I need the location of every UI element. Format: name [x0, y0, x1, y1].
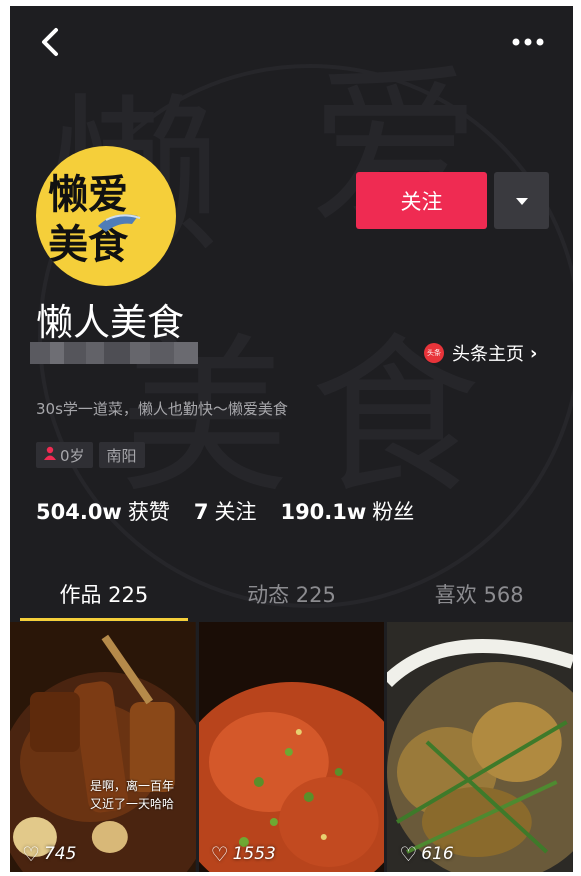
stat-following[interactable]: 7 关注	[194, 496, 257, 526]
redacted-account-id	[30, 342, 198, 364]
follow-button[interactable]: 关注	[356, 172, 487, 229]
profile-stats: 504.0w 获赞 7 关注 190.1w 粉丝	[36, 496, 414, 526]
crab-dish-thumbnail-image	[387, 622, 573, 872]
more-options-dropdown[interactable]	[494, 172, 549, 229]
profile-tags: 0岁 南阳	[36, 442, 145, 468]
stat-followers[interactable]: 190.1w 粉丝	[280, 496, 414, 526]
svg-text:懒爱: 懒爱	[48, 172, 128, 218]
video-thumbnail[interactable]: 是啊，离一百年 又近了一天哈哈 ♡ 745	[10, 622, 196, 872]
toutiao-logo-icon: 头条	[424, 343, 444, 363]
fried-rice-thumbnail-image	[198, 622, 385, 872]
heart-icon: ♡	[210, 842, 229, 866]
avatar-logo-image: 懒爱 美食	[48, 172, 141, 268]
video-thumbnail[interactable]: ♡ 616	[387, 622, 573, 872]
stat-likes: 504.0w 获赞	[36, 500, 170, 524]
caret-down-icon	[515, 197, 528, 205]
profile-bio: 30s学一道菜，懒人也勤快～懒爱美食	[36, 400, 288, 418]
video-thumbnail[interactable]: ♡ 1553	[198, 622, 385, 872]
heart-icon: ♡	[399, 842, 418, 866]
content-tabs: 作品 225 动态 225 喜欢 568	[10, 566, 573, 621]
ellipsis-icon	[512, 38, 544, 46]
video-like-count: ♡ 616	[399, 842, 454, 866]
tab-posts[interactable]: 动态 225	[198, 566, 386, 621]
profile-screen: 懒 爱 美 食 懒爱 美食 关注 懒人美食	[10, 6, 573, 872]
video-like-count: ♡ 745	[22, 842, 77, 866]
location-label: 南阳	[106, 446, 137, 465]
profile-name: 懒人美食	[36, 301, 184, 344]
braised-pork-thumbnail-image	[10, 622, 196, 872]
tab-likes[interactable]: 喜欢 568	[385, 566, 573, 621]
age-label: 0岁	[60, 446, 85, 465]
heart-icon: ♡	[22, 842, 40, 866]
tab-works[interactable]: 作品 225	[10, 566, 198, 621]
video-like-count: ♡ 1553	[210, 842, 276, 866]
video-grid: 是啊，离一百年 又近了一天哈哈 ♡ 745 ♡ 1553 ♡ 616	[10, 622, 573, 872]
person-icon	[44, 446, 56, 464]
svg-text:美食: 美食	[48, 222, 129, 268]
avatar[interactable]: 懒爱 美食	[36, 146, 176, 286]
location-tag: 南阳	[98, 442, 145, 468]
video-caption: 是啊，离一百年 又近了一天哈哈	[90, 779, 175, 811]
back-button[interactable]	[36, 24, 66, 60]
toutiao-label: 头条主页	[452, 344, 524, 365]
top-bar	[10, 6, 573, 78]
toutiao-homepage-link[interactable]: 头条 头条主页 ›	[424, 340, 537, 366]
chevron-left-icon	[42, 28, 58, 56]
chevron-right-icon: ›	[530, 342, 538, 364]
age-tag: 0岁	[36, 442, 93, 468]
more-button[interactable]	[506, 28, 550, 56]
